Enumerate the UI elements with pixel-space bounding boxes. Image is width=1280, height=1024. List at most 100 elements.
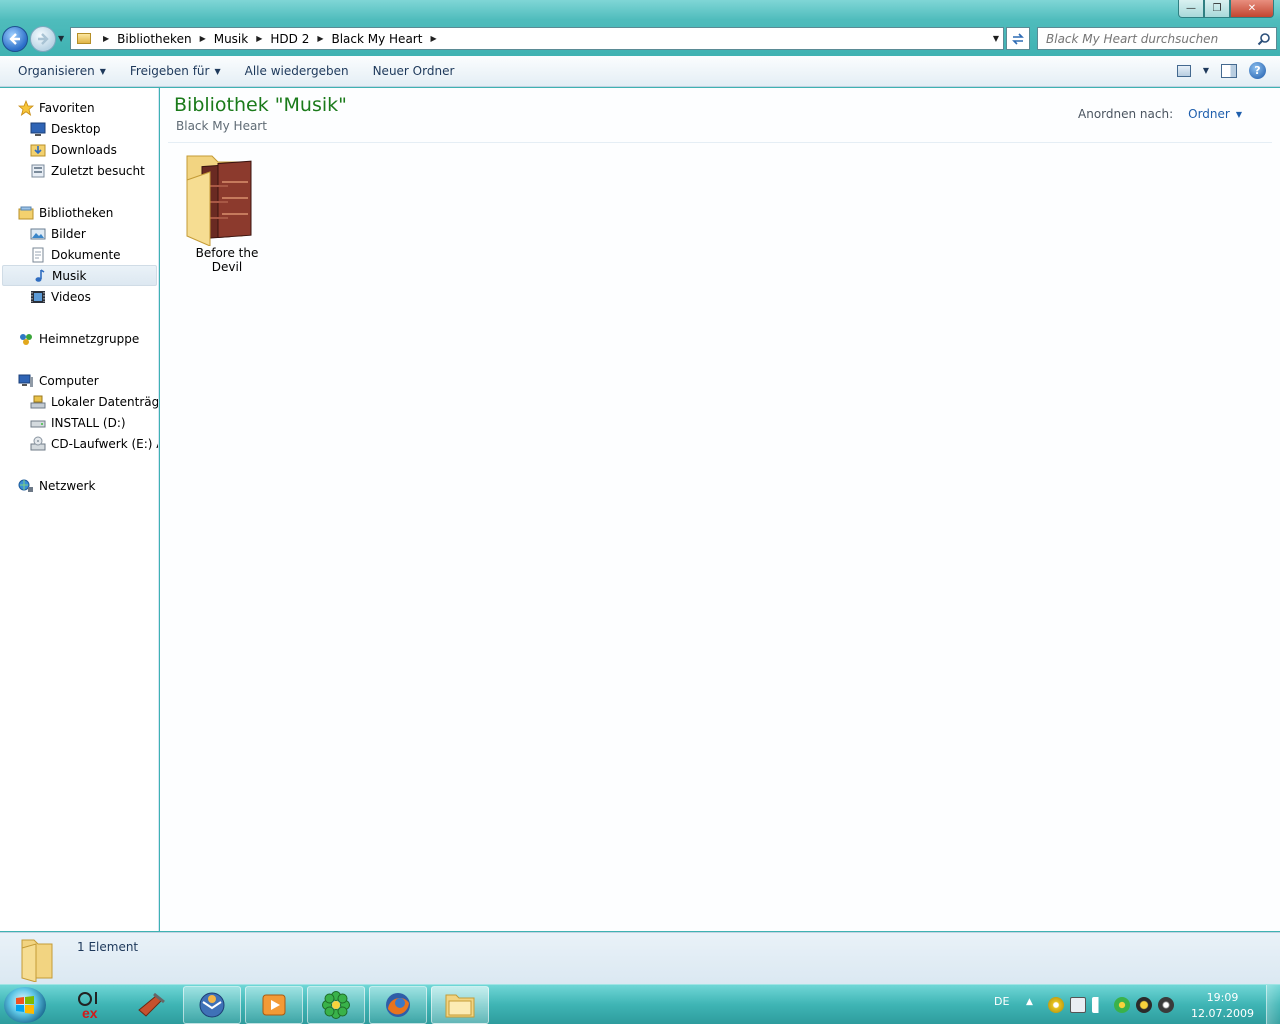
chevron-right-icon[interactable]: ▶ <box>103 34 109 43</box>
downloads-folder-icon <box>30 142 46 158</box>
icq-flower-icon <box>322 991 350 1019</box>
address-history-dropdown[interactable]: ▼ <box>993 34 999 43</box>
folder-item[interactable]: Before the Devil <box>182 150 272 274</box>
volume-icon[interactable] <box>1092 997 1108 1013</box>
start-button[interactable] <box>4 987 46 1023</box>
help-icon[interactable]: ? <box>1249 62 1266 79</box>
change-view-icon[interactable] <box>1176 64 1191 77</box>
sidebar-item-local-disk[interactable]: Lokaler Datenträger <box>30 391 158 412</box>
file-list-area[interactable]: Bibliothek "Musik" Black My Heart Anordn… <box>160 88 1280 931</box>
sidebar-item-pictures[interactable]: Bilder <box>30 223 86 244</box>
taskbar-app-icq[interactable] <box>307 986 365 1024</box>
view-controls: ▼ ? <box>1176 62 1266 79</box>
taskbar-app-music-ex[interactable]: ex <box>74 988 108 1022</box>
folder-icon <box>77 33 91 44</box>
navigation-pane: Favoriten Desktop Downloads Zuletzt besu… <box>0 88 159 931</box>
sidebar-item-cd-drive[interactable]: CD-Laufwerk (E:) Au <box>30 433 158 454</box>
breadcrumb-item[interactable]: Musik ▶ <box>214 32 271 46</box>
details-pane: 1 Element <box>0 932 1280 984</box>
pictures-icon <box>30 226 46 242</box>
chevron-down-icon: ▼ <box>214 66 221 76</box>
recent-pages-dropdown[interactable]: ▼ <box>58 34 64 43</box>
view-options-dropdown[interactable]: ▼ <box>1203 66 1209 75</box>
share-with-button[interactable]: Freigeben für ▼ <box>124 64 227 78</box>
back-button[interactable] <box>2 26 28 52</box>
forward-button[interactable] <box>30 26 56 52</box>
maximize-button[interactable]: ❐ <box>1204 0 1230 18</box>
sidebar-item-documents[interactable]: Dokumente <box>30 244 121 265</box>
search-input[interactable] <box>1046 31 1246 46</box>
sidebar-item-homegroup[interactable]: Heimnetzgruppe <box>18 328 139 349</box>
address-bar[interactable]: ▶ Bibliotheken ▶ Musik ▶ HDD 2 ▶ Black My H… <box>70 27 1004 50</box>
sidebar-item-favorites[interactable]: Favoriten <box>18 97 95 118</box>
preview-pane-icon[interactable] <box>1221 63 1237 78</box>
library-subtitle: Black My Heart <box>176 119 267 133</box>
chevron-right-icon[interactable]: ▶ <box>256 34 262 43</box>
mail-app-icon <box>199 992 225 1018</box>
windows-logo-icon <box>16 996 34 1014</box>
breadcrumb-item[interactable]: Bibliotheken ▶ <box>117 32 214 46</box>
sidebar-item-libraries[interactable]: Bibliotheken <box>18 202 113 223</box>
taskbar-app-tool[interactable] <box>134 988 168 1022</box>
music-ex-app-icon: ex <box>78 992 98 1020</box>
music-icon <box>31 268 47 284</box>
computer-icon <box>18 373 34 389</box>
taskbar-app-media-player[interactable] <box>245 986 303 1024</box>
chevron-right-icon[interactable]: ▶ <box>200 34 206 43</box>
refresh-button[interactable] <box>1006 27 1030 50</box>
minimize-button[interactable]: — <box>1178 0 1204 18</box>
clock[interactable]: 19:09 12.07.2009 <box>1191 990 1254 1022</box>
chevron-down-icon: ▼ <box>99 66 106 76</box>
show-desktop-button[interactable] <box>1266 985 1280 1024</box>
taskbar-app-mail[interactable] <box>183 986 241 1024</box>
network-tray-icon[interactable] <box>1070 997 1086 1013</box>
language-indicator[interactable]: DE <box>994 995 1009 1008</box>
command-bar: Organisieren ▼ Freigeben für ▼ Alle wieder… <box>0 56 1280 87</box>
taskbar-app-explorer-active[interactable] <box>431 986 489 1024</box>
search-box[interactable] <box>1037 27 1277 50</box>
tool-app-icon <box>138 992 165 1017</box>
desktop-icon <box>30 121 46 137</box>
chevron-right-icon[interactable]: ▶ <box>430 34 436 43</box>
firefox-icon <box>386 993 410 1017</box>
sidebar-item-videos[interactable]: Videos <box>30 286 91 307</box>
close-button[interactable]: ✕ <box>1230 0 1274 18</box>
local-disk-icon <box>30 394 46 410</box>
folder-icon <box>21 939 53 982</box>
breadcrumb-item[interactable]: Black My Heart ▶ <box>331 32 444 46</box>
sidebar-item-network[interactable]: Netzwerk <box>18 475 95 496</box>
album-folder-icon <box>186 155 252 247</box>
sidebar-item-music[interactable]: Musik <box>2 265 157 286</box>
security-tray-icon[interactable] <box>1158 997 1174 1013</box>
app-tray-icon[interactable] <box>1136 997 1152 1013</box>
cd-drive-icon <box>30 436 46 452</box>
library-title: Bibliothek "Musik" <box>174 94 347 116</box>
svg-text:ex: ex <box>82 1005 98 1020</box>
arrange-by-label: Anordnen nach: <box>1078 107 1174 121</box>
sidebar-item-install-drive[interactable]: INSTALL (D:) <box>30 412 126 433</box>
taskbar-app-firefox[interactable] <box>369 986 427 1024</box>
chevron-right-icon[interactable]: ▶ <box>317 34 323 43</box>
sidebar-item-downloads[interactable]: Downloads <box>30 139 117 160</box>
sidebar-item-computer[interactable]: Computer <box>18 370 99 391</box>
divider <box>168 142 1272 143</box>
breadcrumb-item[interactable]: HDD 2 ▶ <box>270 32 331 46</box>
caption-buttons: — ❐ ✕ <box>1178 0 1274 18</box>
arrange-by-dropdown[interactable]: Ordner <box>1188 107 1230 121</box>
documents-icon <box>30 247 46 263</box>
show-hidden-icons-arrow[interactable]: ▲ <box>1026 997 1033 1007</box>
icq-tray-icon[interactable] <box>1114 997 1130 1013</box>
sidebar-item-desktop[interactable]: Desktop <box>30 118 101 139</box>
drive-icon <box>30 415 46 431</box>
forward-arrow-icon <box>38 33 49 45</box>
sidebar-item-recent-places[interactable]: Zuletzt besucht <box>30 160 145 181</box>
chevron-down-icon[interactable]: ▼ <box>1236 110 1242 119</box>
new-folder-button[interactable]: Neuer Ordner <box>367 64 461 78</box>
cd-tray-icon[interactable] <box>1048 997 1064 1013</box>
folder-item-label: Before the Devil <box>195 246 259 274</box>
search-icon[interactable] <box>1257 32 1271 46</box>
play-all-button[interactable]: Alle wiedergeben <box>239 64 355 78</box>
clock-time: 19:09 <box>1206 991 1239 1004</box>
taskbar: ex DE ▲ 19:09 12.07.2009 <box>0 984 1280 1024</box>
organize-button[interactable]: Organisieren ▼ <box>12 64 112 78</box>
